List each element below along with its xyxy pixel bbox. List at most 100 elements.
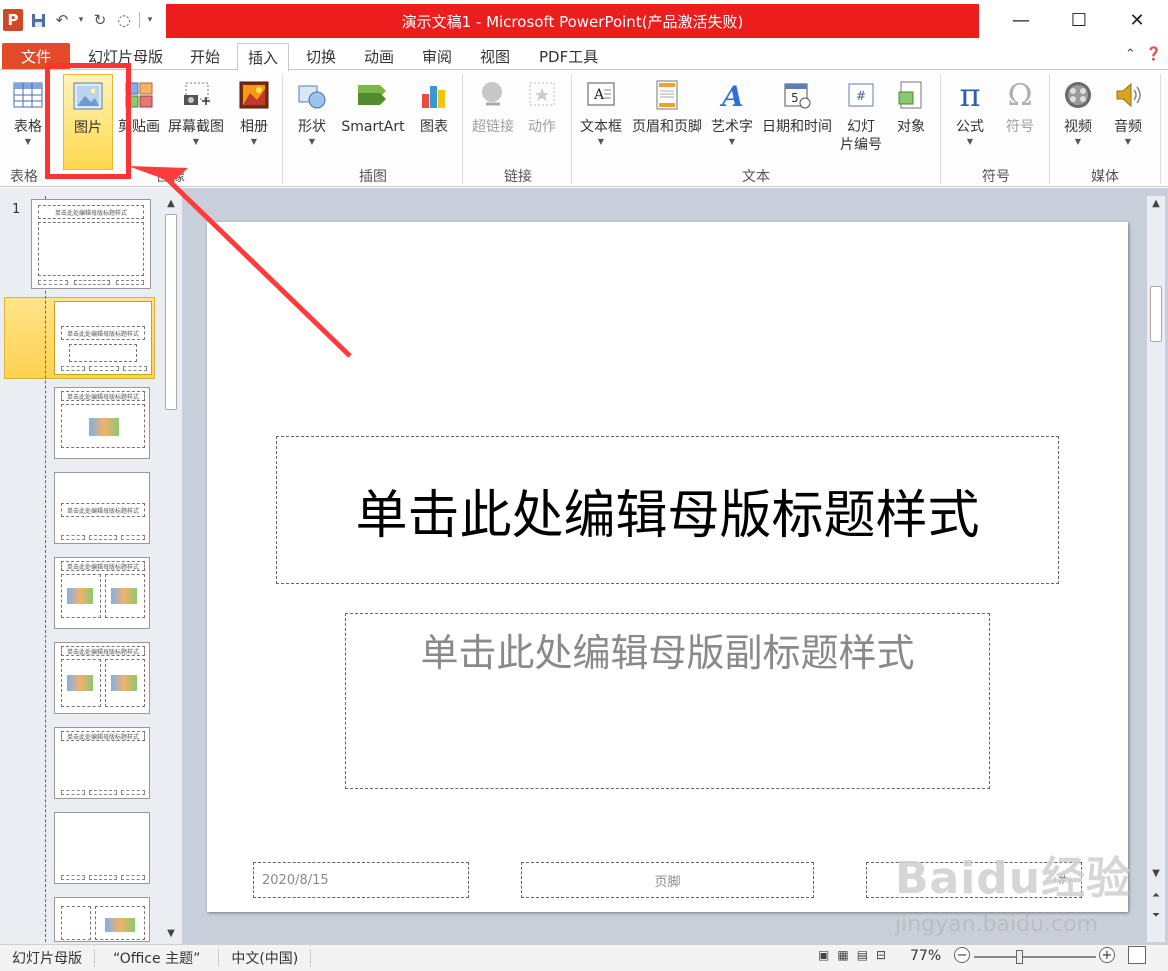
equation-button[interactable]: π 公式 ▼ [948, 74, 992, 170]
collapse-ribbon-icon[interactable]: ⌃ [1125, 47, 1136, 62]
scroll-down-icon[interactable]: ▼ [162, 928, 180, 939]
scroll-up-icon[interactable]: ▲ [162, 198, 180, 209]
album-button[interactable]: 相册 ▼ [232, 74, 276, 170]
shapes-button[interactable]: 形状 ▼ [290, 74, 334, 170]
layout-thumbnail[interactable]: 单击此处编辑母版标题样式 [54, 387, 150, 459]
master-slide-thumbnail[interactable]: 单击此处编辑母版标题样式 [31, 199, 151, 289]
previous-slide-icon[interactable]: ⏶ [1147, 890, 1165, 901]
shapes-icon [295, 78, 329, 112]
thumbnail-footer [61, 790, 85, 795]
tab-home[interactable]: 开始 [180, 43, 230, 70]
tab-pdf-tools[interactable]: PDF工具 [529, 43, 608, 70]
clipart-button[interactable]: 剪贴画 [114, 74, 164, 170]
tab-insert[interactable]: 插入 [237, 43, 290, 71]
thumbnail-footer [61, 875, 85, 880]
layout-thumbnail[interactable]: 单击此处编辑母版标题样式 [54, 642, 150, 714]
date-placeholder[interactable]: 2020/8/15 [253, 862, 469, 898]
normal-view-icon[interactable]: ▣ [818, 948, 829, 962]
action-button[interactable]: 动作 [521, 74, 563, 170]
picture-icon [71, 79, 105, 113]
svg-text:A: A [719, 80, 744, 110]
save-icon[interactable] [29, 11, 47, 29]
tab-animations[interactable]: 动画 [354, 43, 404, 70]
zoom-level[interactable]: 77% [910, 948, 941, 964]
thumbnail-footer [116, 280, 144, 285]
slide-sorter-icon[interactable]: ▦ [837, 948, 848, 962]
customize-toolbar-icon[interactable]: ▾ [146, 11, 154, 29]
thumbnail-footer [121, 875, 145, 880]
screenshot-icon [179, 78, 213, 112]
group-separator [282, 74, 283, 184]
thumbnail-content-icons [105, 918, 135, 932]
thumbnail-content-icons [67, 675, 93, 691]
scroll-up-icon[interactable]: ▲ [1147, 198, 1165, 209]
slideshow-icon[interactable]: ⊟ [876, 948, 886, 962]
next-slide-icon[interactable]: ⏷ [1147, 910, 1165, 921]
close-icon[interactable]: ✕ [1108, 0, 1166, 40]
layout-thumbnail[interactable]: 单击此处编辑母版标题样式 [54, 472, 150, 544]
redo-icon[interactable]: ↻ [91, 11, 109, 29]
blank-layout-thumbnail[interactable] [54, 812, 150, 884]
tab-slide-master[interactable]: 幻灯片母版 [78, 43, 173, 70]
equation-icon: π [959, 76, 981, 114]
scroll-down-icon[interactable]: ▼ [1147, 868, 1165, 879]
group-label-media: 媒体 [1091, 169, 1119, 185]
powerpoint-app-icon[interactable]: P [3, 9, 23, 31]
zoom-slider-handle[interactable] [1016, 950, 1023, 964]
slide-scrollbar-thumb[interactable] [1150, 286, 1162, 342]
minimize-icon[interactable]: — [992, 0, 1050, 40]
slide-scrollbar[interactable]: ▲ ▼ ⏶ ⏷ [1147, 196, 1165, 942]
datetime-icon: 5 [780, 78, 814, 112]
status-theme[interactable]: “Office 主题” [95, 949, 220, 967]
group-label-table: 表格 [10, 169, 38, 185]
sync-icon[interactable]: ◌ [115, 11, 133, 29]
album-icon [237, 78, 271, 112]
object-button[interactable]: 对象 [888, 74, 934, 170]
undo-dropdown-icon[interactable]: ▾ [77, 11, 85, 29]
layout-thumbnail[interactable] [54, 897, 150, 942]
status-language[interactable]: 中文(中国) [219, 949, 312, 967]
reading-view-icon[interactable]: ▤ [857, 948, 868, 962]
wordart-button[interactable]: A 艺术字 ▼ [708, 74, 756, 170]
undo-icon[interactable]: ↶ [53, 11, 71, 29]
thumbnail-scrollbar[interactable]: ▲ ▼ [162, 196, 180, 942]
tab-review[interactable]: 审阅 [412, 43, 462, 70]
zoom-slider[interactable] [974, 956, 1096, 958]
svg-text:A: A [593, 87, 605, 103]
layout-thumbnail[interactable]: 单击此处编辑母版标题样式 [54, 727, 150, 799]
symbol-button[interactable]: Ω 符号 [998, 74, 1042, 170]
smartart-button[interactable]: SmartArt [338, 74, 408, 170]
layout-thumbnail[interactable]: 单击此处编辑母版标题样式 [54, 557, 150, 629]
hyperlink-button[interactable]: 超链接 [467, 74, 519, 170]
slide-number-button[interactable]: # 幻灯 片编号 [838, 74, 884, 170]
ribbon-insert: 表格 ▼ 图片 剪贴画 屏幕截图 ▼ 相册 ▼ 表格 图像 形状 ▼ Smart… [0, 69, 1168, 187]
tab-transitions[interactable]: 切换 [296, 43, 346, 70]
header-footer-button[interactable]: 页眉和页脚 [628, 74, 706, 170]
title-layout-thumbnail[interactable]: 单击此处编辑母版标题样式 [54, 301, 152, 375]
group-label-images: 图像 [157, 169, 185, 185]
baidu-watermark: Baidu经验 jingyan.baidu.com [895, 842, 1131, 937]
chart-button[interactable]: 图表 [412, 74, 456, 170]
group-label-links: 链接 [504, 169, 532, 185]
title-placeholder[interactable]: 单击此处编辑母版标题样式 [276, 436, 1059, 584]
fit-to-window-icon[interactable] [1128, 946, 1146, 964]
zoom-out-icon[interactable]: − [954, 947, 970, 963]
textbox-button[interactable]: A 文本框 ▼ [577, 74, 625, 170]
footer-placeholder[interactable]: 页脚 [521, 862, 814, 898]
zoom-in-icon[interactable]: + [1099, 947, 1115, 963]
datetime-button[interactable]: 5 日期和时间 [758, 74, 836, 170]
tab-file[interactable]: 文件 [2, 43, 70, 70]
video-button[interactable]: 视频 ▼ [1056, 74, 1100, 170]
thumbnail-title: 单击此处编辑母版标题样式 [61, 391, 145, 401]
screenshot-button[interactable]: 屏幕截图 ▼ [164, 74, 228, 170]
thumbnail-footer [89, 535, 117, 540]
help-icon[interactable]: ❓ [1146, 47, 1162, 62]
maximize-icon[interactable]: ☐ [1050, 0, 1108, 40]
thumbnail-scrollbar-thumb[interactable] [165, 214, 177, 410]
subtitle-placeholder[interactable]: 单击此处编辑母版副标题样式 [345, 613, 990, 789]
table-button[interactable]: 表格 ▼ [6, 74, 50, 170]
audio-button[interactable]: 音频 ▼ [1106, 74, 1150, 170]
picture-button[interactable]: 图片 [63, 74, 113, 170]
chevron-down-icon: ▼ [1074, 137, 1082, 146]
tab-view[interactable]: 视图 [470, 43, 520, 70]
